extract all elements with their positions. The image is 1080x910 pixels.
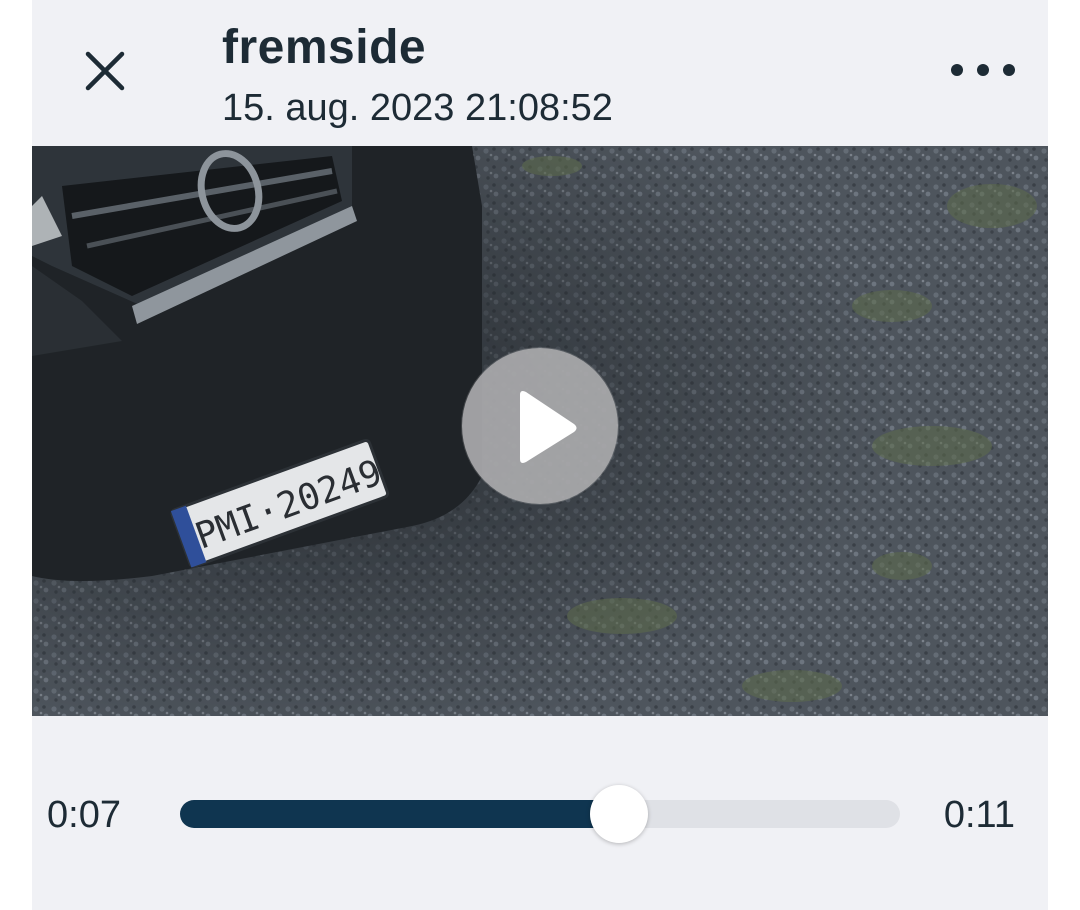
total-time: 0:11 [943, 794, 1015, 836]
play-icon [520, 391, 577, 463]
recording-timestamp: 15. aug. 2023 21:08:52 [222, 87, 613, 129]
seek-progress [180, 800, 619, 828]
more-options-button[interactable] [948, 50, 1018, 90]
close-icon [85, 51, 125, 91]
vehicle: PMI·20249 [32, 146, 482, 581]
seek-thumb[interactable] [590, 785, 648, 843]
page-title: fremside [222, 21, 427, 74]
video-viewer-screen: fremside 15. aug. 2023 21:08:52 PMI·2024… [32, 0, 1048, 910]
play-button[interactable] [462, 348, 618, 504]
current-time: 0:07 [47, 794, 121, 836]
close-button[interactable] [80, 46, 130, 96]
seek-bar[interactable] [180, 785, 900, 843]
more-horizontal-icon [951, 64, 1015, 76]
video-player[interactable]: PMI·20249 [32, 146, 1048, 716]
